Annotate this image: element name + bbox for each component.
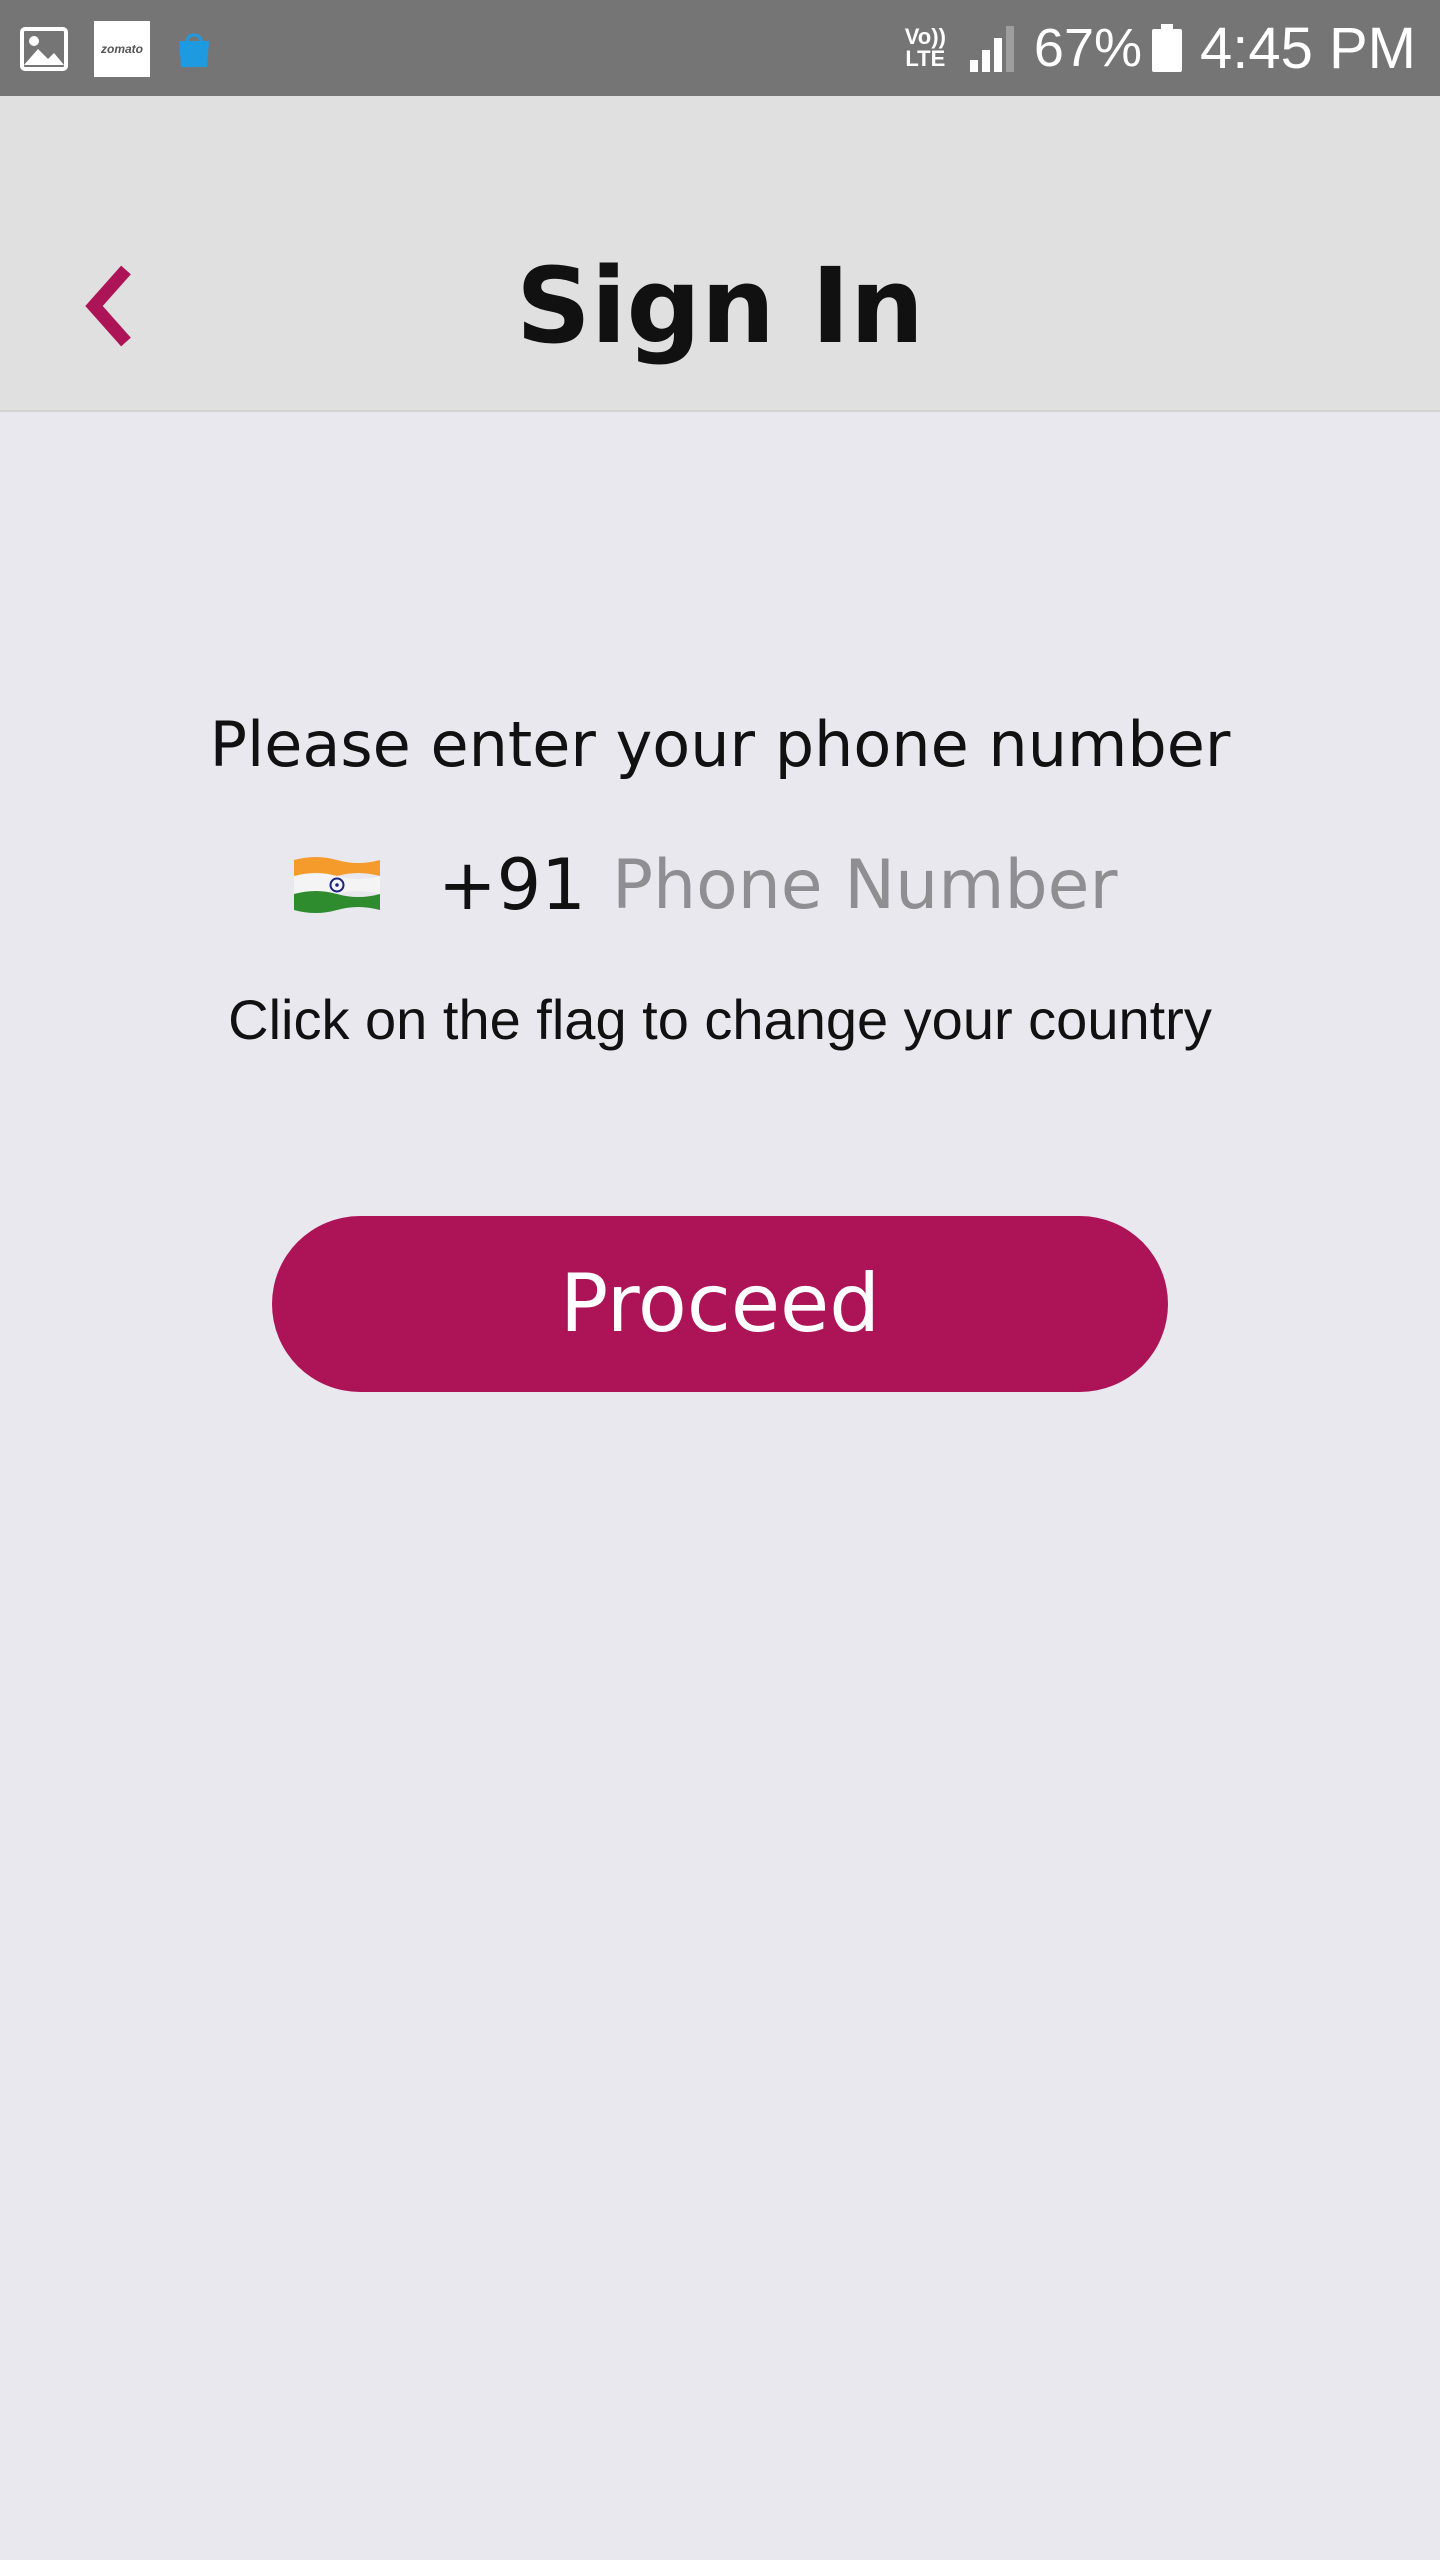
app-header: Sign In (0, 96, 1440, 412)
country-code: +91 (438, 844, 586, 926)
shopping-bag-icon (179, 33, 209, 67)
volte-indicator: Vo)) LTE (905, 26, 946, 70)
gallery-icon (20, 27, 68, 71)
battery-icon (1152, 24, 1182, 72)
signal-strength-icon (969, 26, 1014, 72)
page-title: Sign In (516, 245, 924, 367)
india-flag-icon (294, 857, 380, 913)
country-flag-button[interactable] (292, 854, 382, 916)
phone-entry-row: +91 (0, 840, 1440, 930)
status-indicators: Vo)) LTE 67% 4:45 PM (905, 0, 1416, 96)
status-time: 4:45 PM (1200, 15, 1416, 81)
zomato-label: zomato (101, 42, 143, 56)
phone-prompt: Please enter your phone number (209, 708, 1231, 781)
volte-label: Vo)) (904, 24, 946, 49)
lte-label: LTE (905, 46, 946, 71)
zomato-app-icon: zomato (94, 21, 150, 77)
proceed-button[interactable]: Proceed (272, 1216, 1168, 1392)
battery-percent: 67% (1033, 18, 1142, 78)
notification-icons: zomato (20, 21, 212, 77)
phone-number-input[interactable] (612, 840, 1172, 930)
status-bar: zomato Vo)) LTE 67% 4:45 PM (0, 0, 1440, 96)
country-hint: Click on the flag to change your country (228, 988, 1212, 1051)
